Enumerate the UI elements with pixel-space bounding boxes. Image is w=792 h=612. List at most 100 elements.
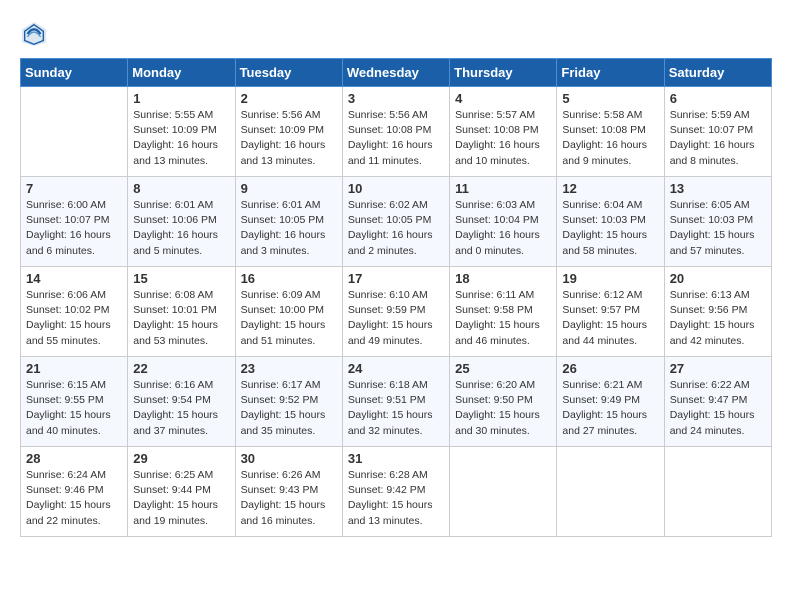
calendar-cell bbox=[21, 87, 128, 177]
day-info: Sunrise: 6:11 AM Sunset: 9:58 PM Dayligh… bbox=[455, 288, 551, 349]
day-number: 3 bbox=[348, 91, 444, 106]
day-number: 24 bbox=[348, 361, 444, 376]
day-number: 4 bbox=[455, 91, 551, 106]
calendar-cell: 7Sunrise: 6:00 AM Sunset: 10:07 PM Dayli… bbox=[21, 177, 128, 267]
day-number: 6 bbox=[670, 91, 766, 106]
day-info: Sunrise: 5:57 AM Sunset: 10:08 PM Daylig… bbox=[455, 108, 551, 169]
calendar-week-row: 1 Sunrise: 5:55 AM Sunset: 10:09 PM Dayli… bbox=[21, 87, 772, 177]
calendar-table: SundayMondayTuesdayWednesdayThursdayFrid… bbox=[20, 58, 772, 537]
day-info: Sunrise: 6:26 AM Sunset: 9:43 PM Dayligh… bbox=[241, 468, 337, 529]
day-number: 16 bbox=[241, 271, 337, 286]
calendar-cell: 25 Sunrise: 6:20 AM Sunset: 9:50 PM Dayli… bbox=[450, 357, 557, 447]
day-number: 18 bbox=[455, 271, 551, 286]
day-info: Sunrise: 6:01 AM Sunset: 10:05 PM Daylig… bbox=[241, 198, 337, 259]
day-info: Sunrise: 6:25 AM Sunset: 9:44 PM Dayligh… bbox=[133, 468, 229, 529]
day-info: Sunrise: 6:15 AM Sunset: 9:55 PM Dayligh… bbox=[26, 378, 122, 439]
calendar-cell: 21Sunrise: 6:15 AM Sunset: 9:55 PM Dayli… bbox=[21, 357, 128, 447]
day-info: Sunrise: 6:13 AM Sunset: 9:56 PM Dayligh… bbox=[670, 288, 766, 349]
day-number: 22 bbox=[133, 361, 229, 376]
day-info: Sunrise: 6:09 AM Sunset: 10:00 PM Daylig… bbox=[241, 288, 337, 349]
day-number: 5 bbox=[562, 91, 658, 106]
column-header-wednesday: Wednesday bbox=[342, 59, 449, 87]
column-header-monday: Monday bbox=[128, 59, 235, 87]
column-header-friday: Friday bbox=[557, 59, 664, 87]
calendar-week-row: 14 Sunrise: 6:06 AM Sunset: 10:02 PM Dayl… bbox=[21, 267, 772, 357]
day-number: 11 bbox=[455, 181, 551, 196]
day-info: Sunrise: 6:02 AM Sunset: 10:05 PM Daylig… bbox=[348, 198, 444, 259]
day-info: Sunrise: 5:56 AM Sunset: 10:09 PM Daylig… bbox=[241, 108, 337, 169]
calendar-cell: 9 Sunrise: 6:01 AM Sunset: 10:05 PM Dayli… bbox=[235, 177, 342, 267]
calendar-week-row: 7Sunrise: 6:00 AM Sunset: 10:07 PM Dayli… bbox=[21, 177, 772, 267]
day-info: Sunrise: 6:05 AM Sunset: 10:03 PM Daylig… bbox=[670, 198, 766, 259]
calendar-week-row: 21Sunrise: 6:15 AM Sunset: 9:55 PM Dayli… bbox=[21, 357, 772, 447]
calendar-cell bbox=[557, 447, 664, 537]
calendar-cell: 13 Sunrise: 6:05 AM Sunset: 10:03 PM Dayl… bbox=[664, 177, 771, 267]
day-number: 31 bbox=[348, 451, 444, 466]
calendar-cell: 26 Sunrise: 6:21 AM Sunset: 9:49 PM Dayli… bbox=[557, 357, 664, 447]
day-info: Sunrise: 5:56 AM Sunset: 10:08 PM Daylig… bbox=[348, 108, 444, 169]
day-info: Sunrise: 5:55 AM Sunset: 10:09 PM Daylig… bbox=[133, 108, 229, 169]
calendar-cell: 11 Sunrise: 6:03 AM Sunset: 10:04 PM Dayl… bbox=[450, 177, 557, 267]
day-info: Sunrise: 6:04 AM Sunset: 10:03 PM Daylig… bbox=[562, 198, 658, 259]
day-number: 10 bbox=[348, 181, 444, 196]
day-number: 28 bbox=[26, 451, 122, 466]
day-number: 27 bbox=[670, 361, 766, 376]
calendar-cell: 2 Sunrise: 5:56 AM Sunset: 10:09 PM Dayli… bbox=[235, 87, 342, 177]
column-header-thursday: Thursday bbox=[450, 59, 557, 87]
calendar-cell bbox=[664, 447, 771, 537]
day-number: 9 bbox=[241, 181, 337, 196]
day-info: Sunrise: 6:00 AM Sunset: 10:07 PM Daylig… bbox=[26, 198, 122, 259]
calendar-cell: 23 Sunrise: 6:17 AM Sunset: 9:52 PM Dayli… bbox=[235, 357, 342, 447]
day-number: 2 bbox=[241, 91, 337, 106]
day-number: 12 bbox=[562, 181, 658, 196]
day-number: 20 bbox=[670, 271, 766, 286]
column-header-sunday: Sunday bbox=[21, 59, 128, 87]
calendar-cell: 12 Sunrise: 6:04 AM Sunset: 10:03 PM Dayl… bbox=[557, 177, 664, 267]
calendar-cell: 22 Sunrise: 6:16 AM Sunset: 9:54 PM Dayli… bbox=[128, 357, 235, 447]
calendar-cell: 24 Sunrise: 6:18 AM Sunset: 9:51 PM Dayli… bbox=[342, 357, 449, 447]
calendar-cell: 31 Sunrise: 6:28 AM Sunset: 9:42 PM Dayli… bbox=[342, 447, 449, 537]
calendar-cell bbox=[450, 447, 557, 537]
day-info: Sunrise: 6:10 AM Sunset: 9:59 PM Dayligh… bbox=[348, 288, 444, 349]
calendar-cell: 19Sunrise: 6:12 AM Sunset: 9:57 PM Dayli… bbox=[557, 267, 664, 357]
calendar-cell: 17Sunrise: 6:10 AM Sunset: 9:59 PM Dayli… bbox=[342, 267, 449, 357]
day-info: Sunrise: 6:28 AM Sunset: 9:42 PM Dayligh… bbox=[348, 468, 444, 529]
calendar-cell: 20 Sunrise: 6:13 AM Sunset: 9:56 PM Dayli… bbox=[664, 267, 771, 357]
day-number: 25 bbox=[455, 361, 551, 376]
day-info: Sunrise: 6:22 AM Sunset: 9:47 PM Dayligh… bbox=[670, 378, 766, 439]
logo bbox=[20, 20, 52, 48]
calendar-cell: 4 Sunrise: 5:57 AM Sunset: 10:08 PM Dayli… bbox=[450, 87, 557, 177]
column-header-saturday: Saturday bbox=[664, 59, 771, 87]
day-number: 23 bbox=[241, 361, 337, 376]
day-number: 13 bbox=[670, 181, 766, 196]
day-info: Sunrise: 6:24 AM Sunset: 9:46 PM Dayligh… bbox=[26, 468, 122, 529]
day-info: Sunrise: 6:06 AM Sunset: 10:02 PM Daylig… bbox=[26, 288, 122, 349]
calendar-cell: 28 Sunrise: 6:24 AM Sunset: 9:46 PM Dayli… bbox=[21, 447, 128, 537]
day-info: Sunrise: 5:59 AM Sunset: 10:07 PM Daylig… bbox=[670, 108, 766, 169]
day-info: Sunrise: 6:21 AM Sunset: 9:49 PM Dayligh… bbox=[562, 378, 658, 439]
calendar-cell: 3 Sunrise: 5:56 AM Sunset: 10:08 PM Dayli… bbox=[342, 87, 449, 177]
logo-icon bbox=[20, 20, 48, 48]
day-info: Sunrise: 6:20 AM Sunset: 9:50 PM Dayligh… bbox=[455, 378, 551, 439]
day-number: 1 bbox=[133, 91, 229, 106]
day-number: 19 bbox=[562, 271, 658, 286]
column-header-tuesday: Tuesday bbox=[235, 59, 342, 87]
calendar-cell: 27 Sunrise: 6:22 AM Sunset: 9:47 PM Dayli… bbox=[664, 357, 771, 447]
calendar-cell: 16 Sunrise: 6:09 AM Sunset: 10:00 PM Dayl… bbox=[235, 267, 342, 357]
calendar-cell: 8Sunrise: 6:01 AM Sunset: 10:06 PM Dayli… bbox=[128, 177, 235, 267]
day-number: 8 bbox=[133, 181, 229, 196]
day-number: 26 bbox=[562, 361, 658, 376]
calendar-week-row: 28 Sunrise: 6:24 AM Sunset: 9:46 PM Dayli… bbox=[21, 447, 772, 537]
day-number: 15 bbox=[133, 271, 229, 286]
day-info: Sunrise: 6:16 AM Sunset: 9:54 PM Dayligh… bbox=[133, 378, 229, 439]
day-info: Sunrise: 6:08 AM Sunset: 10:01 PM Daylig… bbox=[133, 288, 229, 349]
calendar-cell: 14 Sunrise: 6:06 AM Sunset: 10:02 PM Dayl… bbox=[21, 267, 128, 357]
calendar-cell: 6 Sunrise: 5:59 AM Sunset: 10:07 PM Dayli… bbox=[664, 87, 771, 177]
day-info: Sunrise: 6:03 AM Sunset: 10:04 PM Daylig… bbox=[455, 198, 551, 259]
day-info: Sunrise: 6:17 AM Sunset: 9:52 PM Dayligh… bbox=[241, 378, 337, 439]
day-number: 14 bbox=[26, 271, 122, 286]
calendar-cell: 15 Sunrise: 6:08 AM Sunset: 10:01 PM Dayl… bbox=[128, 267, 235, 357]
day-info: Sunrise: 6:18 AM Sunset: 9:51 PM Dayligh… bbox=[348, 378, 444, 439]
calendar-cell: 10 Sunrise: 6:02 AM Sunset: 10:05 PM Dayl… bbox=[342, 177, 449, 267]
calendar-cell: 1 Sunrise: 5:55 AM Sunset: 10:09 PM Dayli… bbox=[128, 87, 235, 177]
